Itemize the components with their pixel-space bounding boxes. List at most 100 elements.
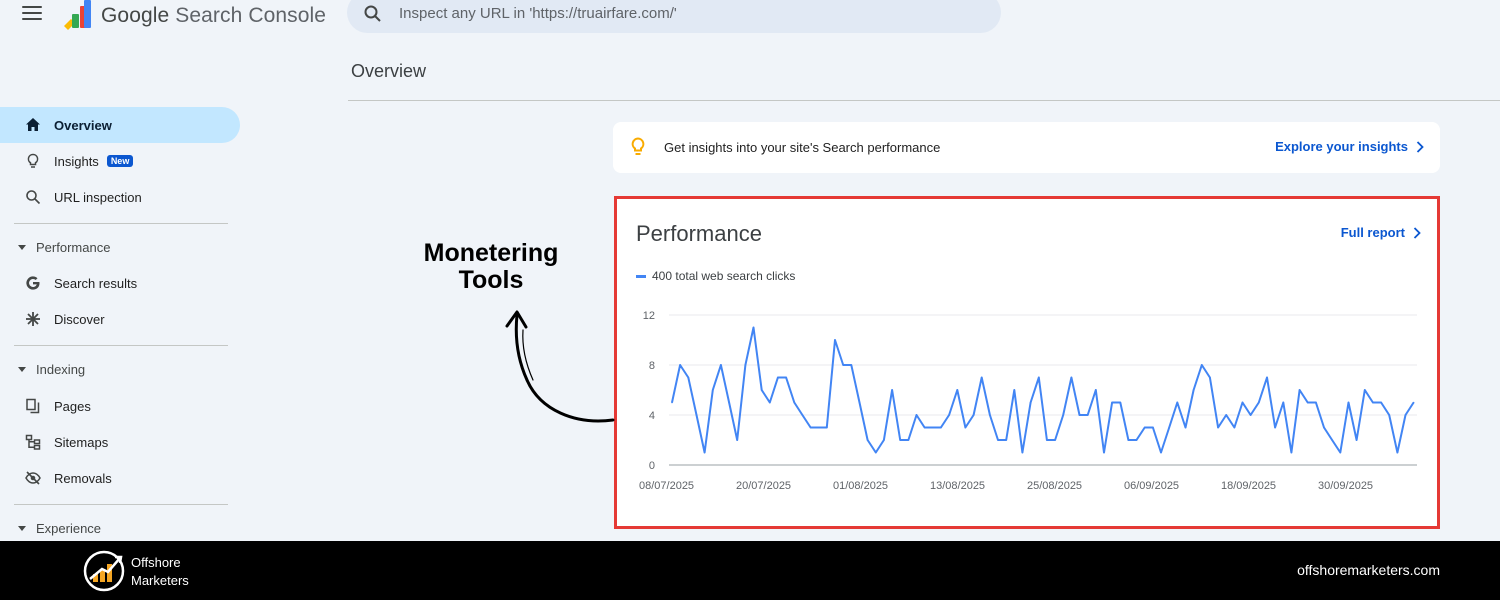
- data-point[interactable]: [728, 401, 730, 404]
- data-point[interactable]: [1111, 401, 1113, 404]
- data-point[interactable]: [679, 364, 681, 366]
- data-point[interactable]: [826, 426, 828, 429]
- data-point[interactable]: [980, 376, 983, 379]
- data-point[interactable]: [720, 364, 722, 366]
- data-point[interactable]: [874, 451, 877, 454]
- data-point[interactable]: [866, 439, 869, 441]
- data-point[interactable]: [1119, 401, 1122, 404]
- data-point[interactable]: [1176, 401, 1179, 404]
- data-point[interactable]: [1266, 376, 1268, 379]
- data-point[interactable]: [695, 414, 698, 416]
- data-point[interactable]: [997, 439, 999, 441]
- data-point[interactable]: [1412, 401, 1415, 404]
- data-point[interactable]: [1046, 439, 1048, 441]
- sidebar-item-search-results[interactable]: Search results: [0, 265, 240, 301]
- data-point[interactable]: [793, 401, 796, 404]
- data-point[interactable]: [1209, 376, 1211, 379]
- data-point[interactable]: [1029, 401, 1032, 404]
- sidebar-item-url-inspection[interactable]: URL inspection: [0, 179, 240, 215]
- data-point[interactable]: [1217, 426, 1219, 429]
- data-point[interactable]: [1396, 451, 1399, 454]
- footer-url[interactable]: offshoremarketers.com: [1297, 562, 1440, 578]
- data-point[interactable]: [907, 439, 910, 441]
- data-point[interactable]: [1306, 401, 1309, 404]
- data-point[interactable]: [1160, 451, 1162, 454]
- data-point[interactable]: [915, 414, 918, 416]
- data-point[interactable]: [956, 389, 959, 391]
- data-point[interactable]: [1184, 426, 1187, 429]
- data-point[interactable]: [785, 376, 787, 379]
- data-point[interactable]: [1233, 426, 1236, 429]
- menu-icon[interactable]: [22, 6, 42, 22]
- data-point[interactable]: [687, 376, 690, 379]
- data-point[interactable]: [1363, 389, 1366, 391]
- data-point[interactable]: [1258, 401, 1260, 404]
- data-point[interactable]: [1339, 451, 1342, 454]
- data-point[interactable]: [1192, 389, 1195, 391]
- data-point[interactable]: [1127, 439, 1130, 441]
- data-point[interactable]: [1282, 401, 1285, 404]
- data-point[interactable]: [1274, 426, 1276, 429]
- clicks-series-line[interactable]: [671, 326, 1415, 454]
- data-point[interactable]: [809, 426, 812, 429]
- data-point[interactable]: [817, 426, 820, 429]
- data-point[interactable]: [1323, 426, 1325, 429]
- data-point[interactable]: [1103, 451, 1105, 454]
- data-point[interactable]: [1152, 426, 1154, 429]
- sidebar-section-indexing[interactable]: Indexing: [18, 362, 85, 377]
- data-point[interactable]: [940, 426, 942, 429]
- data-point[interactable]: [703, 451, 706, 454]
- data-point[interactable]: [711, 389, 714, 391]
- url-inspect-search[interactable]: [347, 0, 1001, 33]
- data-point[interactable]: [1168, 426, 1170, 429]
- data-point[interactable]: [1388, 414, 1390, 416]
- data-point[interactable]: [1404, 414, 1407, 416]
- sidebar-item-insights[interactable]: Insights New: [0, 143, 240, 179]
- data-point[interactable]: [769, 401, 771, 404]
- data-point[interactable]: [972, 414, 975, 416]
- data-point[interactable]: [1013, 389, 1016, 391]
- data-point[interactable]: [923, 426, 926, 429]
- data-point[interactable]: [989, 414, 991, 416]
- data-point[interactable]: [1241, 401, 1244, 404]
- data-point[interactable]: [760, 389, 763, 391]
- sidebar-section-performance[interactable]: Performance: [18, 240, 110, 255]
- data-point[interactable]: [1143, 426, 1146, 429]
- data-point[interactable]: [1315, 401, 1317, 404]
- data-point[interactable]: [1021, 451, 1024, 454]
- data-point[interactable]: [1037, 376, 1040, 379]
- data-point[interactable]: [1347, 401, 1350, 404]
- url-inspect-input[interactable]: [399, 0, 979, 26]
- data-point[interactable]: [1070, 376, 1073, 379]
- data-point[interactable]: [1200, 364, 1203, 366]
- data-point[interactable]: [1331, 439, 1333, 441]
- sidebar-item-discover[interactable]: Discover: [0, 301, 240, 337]
- data-point[interactable]: [842, 364, 844, 366]
- data-point[interactable]: [883, 439, 885, 441]
- data-point[interactable]: [858, 401, 861, 404]
- data-point[interactable]: [671, 401, 673, 404]
- sidebar-item-sitemaps[interactable]: Sitemaps: [0, 424, 240, 460]
- data-point[interactable]: [891, 389, 893, 391]
- data-point[interactable]: [964, 426, 967, 429]
- data-point[interactable]: [1298, 389, 1301, 391]
- data-point[interactable]: [744, 364, 747, 366]
- data-point[interactable]: [1062, 414, 1064, 416]
- sidebar-section-experience[interactable]: Experience: [18, 521, 101, 536]
- explore-insights-link[interactable]: Explore your insights: [1275, 139, 1424, 154]
- data-point[interactable]: [932, 426, 934, 429]
- data-point[interactable]: [801, 414, 804, 416]
- sidebar-item-pages[interactable]: Pages: [0, 388, 240, 424]
- data-point[interactable]: [1355, 439, 1358, 441]
- sidebar-item-overview[interactable]: Overview: [0, 107, 240, 143]
- data-point[interactable]: [850, 364, 853, 366]
- data-point[interactable]: [736, 439, 738, 441]
- data-point[interactable]: [752, 326, 755, 329]
- data-point[interactable]: [1005, 439, 1007, 441]
- data-point[interactable]: [1380, 401, 1382, 404]
- data-point[interactable]: [1225, 414, 1227, 416]
- data-point[interactable]: [1372, 401, 1374, 404]
- data-point[interactable]: [899, 439, 901, 441]
- data-point[interactable]: [777, 376, 779, 379]
- data-point[interactable]: [1086, 414, 1089, 416]
